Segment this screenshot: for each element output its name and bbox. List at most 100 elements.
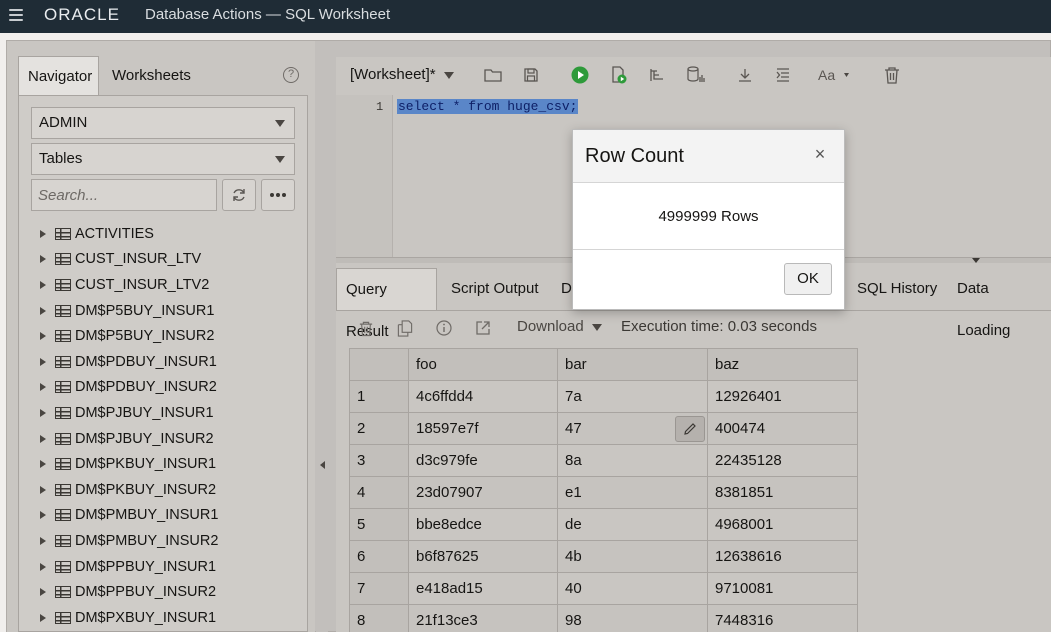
download-dropdown[interactable]: Download	[517, 318, 602, 335]
tab-data-loading[interactable]: Data Loading	[948, 268, 1051, 339]
hamburger-menu-icon[interactable]	[9, 9, 23, 21]
edit-cell-button[interactable]	[675, 416, 705, 442]
tree-item[interactable]: DM$PJBUY_INSUR2	[31, 426, 301, 452]
tree-item[interactable]: DM$PDBUY_INSUR2	[31, 375, 301, 401]
object-type-select[interactable]: Tables	[31, 143, 295, 175]
download-button[interactable]	[734, 64, 756, 86]
refresh-button[interactable]	[222, 179, 256, 211]
close-icon[interactable]: ×	[813, 145, 827, 163]
tree-item[interactable]: DM$PKBUY_INSUR1	[31, 451, 301, 477]
expand-arrow-icon[interactable]	[40, 588, 46, 597]
tree-item[interactable]: DM$PJBUY_INSUR1	[31, 400, 301, 426]
expand-arrow-icon[interactable]	[40, 613, 46, 622]
cell-baz[interactable]: 8381851	[707, 476, 858, 509]
cell-baz[interactable]: 4968001	[707, 508, 858, 541]
cell-bar[interactable]: e1	[557, 476, 708, 509]
expand-arrow-icon[interactable]	[40, 460, 46, 469]
table-row[interactable]: 1 4c6ffdd4 7a 12926401	[349, 380, 858, 413]
table-row[interactable]: 2 18597e7f 47 400474	[349, 412, 858, 445]
cell-bar[interactable]: 47	[557, 412, 708, 445]
expand-arrow-icon[interactable]	[40, 357, 46, 366]
explain-plan-button[interactable]	[646, 64, 668, 86]
expand-arrow-icon[interactable]	[40, 434, 46, 443]
column-header-bar[interactable]: bar	[557, 348, 708, 381]
column-header-foo[interactable]: foo	[408, 348, 558, 381]
open-in-new-button[interactable]	[473, 318, 493, 338]
tree-item[interactable]: DM$PXBUY_INSUR1	[31, 605, 301, 631]
tree-item[interactable]: ACTIVITIES	[31, 221, 301, 247]
expand-arrow-icon[interactable]	[40, 485, 46, 494]
table-row[interactable]: 4 23d07907 e1 8381851	[349, 476, 858, 509]
cell-baz[interactable]: 22435128	[707, 444, 858, 477]
clear-button[interactable]	[881, 64, 903, 86]
tab-worksheets[interactable]: Worksheets	[103, 56, 200, 96]
cell-baz[interactable]: 9710081	[707, 572, 858, 605]
column-header-baz[interactable]: baz	[707, 348, 858, 381]
table-row[interactable]: 7 e418ad15 40 9710081	[349, 572, 858, 605]
cell-foo[interactable]: 18597e7f	[408, 412, 558, 445]
expand-arrow-icon[interactable]	[40, 306, 46, 315]
save-button[interactable]	[520, 64, 542, 86]
tab-script-output[interactable]: Script Output	[442, 268, 548, 310]
cell-bar[interactable]: 4b	[557, 540, 708, 573]
tree-item[interactable]: DM$P5BUY_INSUR1	[31, 298, 301, 324]
search-input[interactable]	[31, 179, 217, 211]
tree-item[interactable]: DM$PDBUY_INSUR1	[31, 349, 301, 375]
cell-foo[interactable]: 23d07907	[408, 476, 558, 509]
cell-baz[interactable]: 12926401	[707, 380, 858, 413]
run-script-button[interactable]	[608, 64, 630, 86]
expand-arrow-icon[interactable]	[40, 511, 46, 520]
more-options-button[interactable]	[261, 179, 295, 211]
expand-arrow-icon[interactable]	[40, 229, 46, 238]
info-button[interactable]	[434, 318, 454, 338]
cell-foo[interactable]: e418ad15	[408, 572, 558, 605]
cell-foo[interactable]: d3c979fe	[408, 444, 558, 477]
cell-foo[interactable]: 21f13ce3	[408, 604, 558, 632]
cell-bar[interactable]: 40	[557, 572, 708, 605]
table-row[interactable]: 8 21f13ce3 98 7448316	[349, 604, 858, 632]
expand-arrow-icon[interactable]	[40, 562, 46, 571]
cell-bar[interactable]: 8a	[557, 444, 708, 477]
tree-item[interactable]: DM$PMBUY_INSUR2	[31, 528, 301, 554]
cell-bar[interactable]: de	[557, 508, 708, 541]
cell-baz[interactable]: 400474	[707, 412, 858, 445]
splitter-caret-icon[interactable]	[972, 258, 980, 263]
table-row[interactable]: 5 bbe8edce de 4968001	[349, 508, 858, 541]
font-size-button[interactable]: Aa	[816, 64, 856, 86]
panel-splitter[interactable]	[316, 57, 328, 632]
expand-arrow-icon[interactable]	[40, 332, 46, 341]
tree-item[interactable]: DM$PPBUY_INSUR1	[31, 554, 301, 580]
cell-foo[interactable]: 4c6ffdd4	[408, 380, 558, 413]
tree-item[interactable]: DM$P5BUY_INSUR2	[31, 323, 301, 349]
help-icon[interactable]: ?	[283, 67, 299, 83]
ok-button[interactable]: OK	[784, 263, 832, 295]
cell-foo[interactable]: b6f87625	[408, 540, 558, 573]
clear-results-button[interactable]	[356, 318, 376, 338]
tree-item[interactable]: DM$PMBUY_INSUR1	[31, 503, 301, 529]
tab-query-result[interactable]: Query Result	[336, 268, 437, 340]
cell-bar[interactable]: 7a	[557, 380, 708, 413]
table-row[interactable]: 6 b6f87625 4b 12638616	[349, 540, 858, 573]
expand-arrow-icon[interactable]	[40, 536, 46, 545]
cell-baz[interactable]: 12638616	[707, 540, 858, 573]
tree-item[interactable]: CUST_INSUR_LTV2	[31, 272, 301, 298]
autotrace-button[interactable]	[685, 64, 707, 86]
sql-code[interactable]: select * from huge_csv;	[397, 99, 579, 114]
tree-item[interactable]: DM$PKBUY_INSUR2	[31, 477, 301, 503]
tree-item[interactable]: CUST_INSUR_LTV	[31, 247, 301, 273]
tree-item[interactable]: DM$PPBUY_INSUR2	[31, 579, 301, 605]
expand-arrow-icon[interactable]	[40, 408, 46, 417]
expand-arrow-icon[interactable]	[40, 255, 46, 264]
schema-select[interactable]: ADMIN	[31, 107, 295, 139]
cell-baz[interactable]: 7448316	[707, 604, 858, 632]
tab-navigator[interactable]: Navigator	[18, 56, 99, 96]
cell-bar[interactable]: 98	[557, 604, 708, 632]
tab-sql-history[interactable]: SQL History	[848, 268, 946, 310]
cell-foo[interactable]: bbe8edce	[408, 508, 558, 541]
run-statement-button[interactable]	[569, 64, 591, 86]
open-button[interactable]	[482, 64, 504, 86]
table-row[interactable]: 3 d3c979fe 8a 22435128	[349, 444, 858, 477]
collapse-left-icon[interactable]	[320, 461, 325, 469]
expand-arrow-icon[interactable]	[40, 280, 46, 289]
format-button[interactable]	[772, 64, 794, 86]
